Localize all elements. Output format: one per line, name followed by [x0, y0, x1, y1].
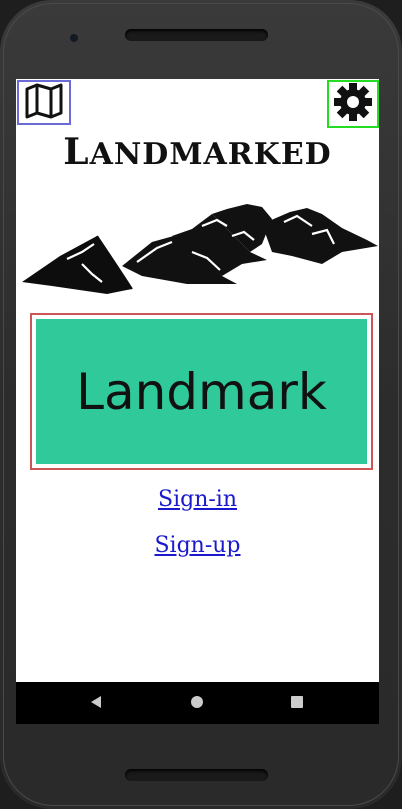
map-button[interactable] [17, 80, 71, 125]
recents-button[interactable] [277, 682, 317, 724]
mountains-illustration [22, 204, 378, 308]
landmark-button-frame: Landmark [30, 313, 373, 470]
app-screen: LANDMARKED Landmark Sign-in Sign-up [16, 79, 379, 724]
bottom-speaker [125, 769, 268, 781]
system-navigation-bar [16, 682, 379, 724]
recents-icon [290, 694, 304, 713]
back-icon [89, 694, 103, 713]
front-camera [70, 34, 78, 42]
phone-frame: LANDMARKED Landmark Sign-in Sign-up [0, 0, 402, 809]
home-icon [190, 694, 204, 713]
sign-in-link[interactable]: Sign-in [16, 487, 379, 512]
sign-up-link[interactable]: Sign-up [16, 533, 379, 558]
landmark-button[interactable]: Landmark [36, 319, 367, 464]
home-button[interactable] [177, 682, 217, 724]
top-speaker [125, 29, 268, 41]
map-icon [24, 82, 64, 124]
gear-icon [332, 81, 374, 127]
app-title: LANDMARKED [63, 131, 332, 173]
back-button[interactable] [76, 682, 116, 724]
settings-button[interactable] [327, 80, 379, 128]
